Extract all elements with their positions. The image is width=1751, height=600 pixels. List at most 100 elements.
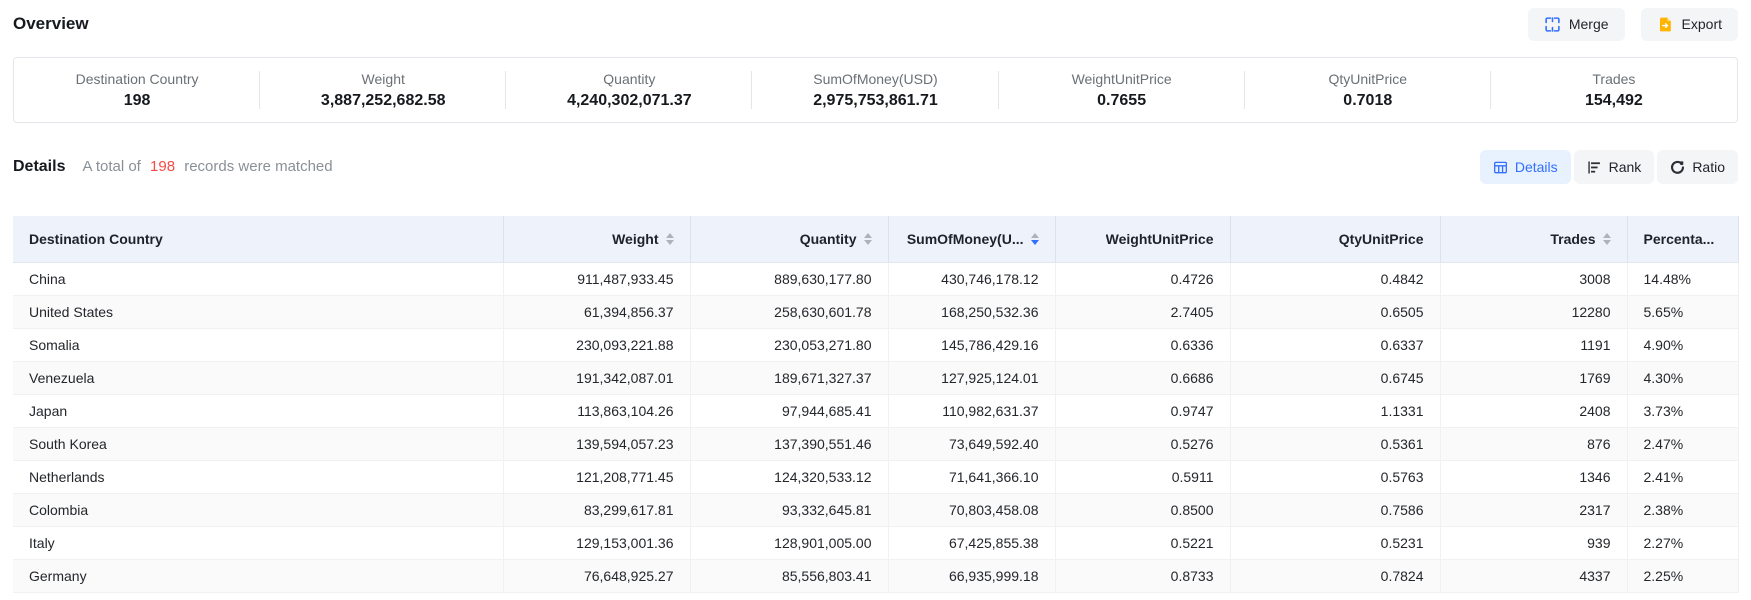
cell-sum_of_money: 66,935,999.18 [888,559,1055,592]
table-grid-icon [1493,160,1508,175]
cell-qty_unit_price: 0.6505 [1230,295,1440,328]
cell-quantity: 124,320,533.12 [690,460,888,493]
stat-value: 2,975,753,861.71 [813,92,938,110]
cell-trades: 1191 [1440,328,1627,361]
view-button-ratio[interactable]: Ratio [1657,150,1738,184]
details-table: Destination Country Weight QuantitySumOfMo… [13,216,1739,593]
cell-percentage: 2.38% [1627,493,1738,526]
summary-prefix: A total of [82,158,140,175]
column-header-qty_unit_price: QtyUnitPrice [1230,216,1440,262]
cell-country: Netherlands [13,460,503,493]
cell-trades: 4337 [1440,559,1627,592]
cell-quantity: 93,332,645.81 [690,493,888,526]
cell-percentage: 4.90% [1627,328,1738,361]
cell-sum_of_money: 127,925,124.01 [888,361,1055,394]
cell-weight: 76,648,925.27 [503,559,690,592]
view-button-rank[interactable]: Rank [1574,150,1655,184]
cell-weight_unit_price: 0.4726 [1055,262,1230,295]
cell-qty_unit_price: 0.4842 [1230,262,1440,295]
column-header-sum_of_money[interactable]: SumOfMoney(U... [888,216,1055,262]
column-header-trades[interactable]: Trades [1440,216,1627,262]
merge-button[interactable]: Merge [1528,8,1625,41]
cell-trades: 12280 [1440,295,1627,328]
cell-sum_of_money: 70,803,458.08 [888,493,1055,526]
view-button-label: Rank [1609,159,1642,175]
cell-qty_unit_price: 0.6745 [1230,361,1440,394]
stat-value: 0.7655 [1097,92,1146,110]
cell-sum_of_money: 430,746,178.12 [888,262,1055,295]
sort-icon [864,233,872,245]
stat-qtyunitprice: QtyUnitPrice0.7018 [1245,58,1491,122]
cell-trades: 876 [1440,427,1627,460]
cell-sum_of_money: 73,649,592.40 [888,427,1055,460]
cell-sum_of_money: 168,250,532.36 [888,295,1055,328]
sort-caret-down [666,240,674,245]
stat-label: WeightUnitPrice [1072,71,1172,87]
table-row: Venezuela191,342,087.01189,671,327.37127… [13,361,1738,394]
stat-label: QtyUnitPrice [1328,71,1407,87]
export-button[interactable]: Export [1641,8,1738,41]
cell-trades: 2408 [1440,394,1627,427]
table-row: United States61,394,856.37258,630,601.78… [13,295,1738,328]
details-title: Details [13,158,65,176]
sort-caret-down [1603,240,1611,245]
cell-qty_unit_price: 0.5231 [1230,526,1440,559]
stat-destination-country: Destination Country198 [14,58,260,122]
cell-trades: 3008 [1440,262,1627,295]
cell-trades: 1346 [1440,460,1627,493]
cell-weight_unit_price: 2.7405 [1055,295,1230,328]
stat-value: 4,240,302,071.37 [567,92,692,110]
view-button-label: Details [1515,159,1558,175]
cell-sum_of_money: 110,982,631.37 [888,394,1055,427]
cell-trades: 2317 [1440,493,1627,526]
cell-weight_unit_price: 0.6336 [1055,328,1230,361]
stat-value: 154,492 [1585,92,1643,110]
column-header-quantity[interactable]: Quantity [690,216,888,262]
table-row: Netherlands121,208,771.45124,320,533.127… [13,460,1738,493]
cell-weight: 83,299,617.81 [503,493,690,526]
cell-weight_unit_price: 0.8500 [1055,493,1230,526]
table-body: China911,487,933.45889,630,177.80430,746… [13,262,1738,592]
summary-suffix: records were matched [184,158,332,175]
cell-trades: 939 [1440,526,1627,559]
stat-label: Weight [362,71,405,87]
cell-percentage: 3.73% [1627,394,1738,427]
column-header-weight[interactable]: Weight [503,216,690,262]
table-row: South Korea139,594,057.23137,390,551.467… [13,427,1738,460]
cell-weight: 230,093,221.88 [503,328,690,361]
column-label: Percenta... [1644,231,1715,247]
cell-quantity: 128,901,005.00 [690,526,888,559]
rank-bars-icon [1587,160,1602,175]
cell-qty_unit_price: 0.5361 [1230,427,1440,460]
cell-weight_unit_price: 0.5221 [1055,526,1230,559]
cell-percentage: 4.30% [1627,361,1738,394]
cell-weight: 113,863,104.26 [503,394,690,427]
view-button-label: Ratio [1692,159,1725,175]
cell-qty_unit_price: 0.7586 [1230,493,1440,526]
cell-trades: 1769 [1440,361,1627,394]
column-label: QtyUnitPrice [1339,231,1424,247]
stat-weight: Weight3,887,252,682.58 [260,58,506,122]
sort-caret-up [864,233,872,238]
column-label: Weight [612,231,658,247]
stat-value: 198 [124,92,151,110]
column-label: Trades [1550,231,1595,247]
match-summary: A total of 198 records were matched [82,158,332,175]
cell-sum_of_money: 71,641,366.10 [888,460,1055,493]
sort-icon [666,233,674,245]
table-row: Italy129,153,001.36128,901,005.0067,425,… [13,526,1738,559]
view-button-details[interactable]: Details [1480,150,1571,184]
table-row: Somalia230,093,221.88230,053,271.80145,7… [13,328,1738,361]
merge-button-label: Merge [1569,16,1609,32]
cell-quantity: 85,556,803.41 [690,559,888,592]
column-label: WeightUnitPrice [1106,231,1214,247]
column-label: Destination Country [29,231,163,247]
page: Overview Merge Export [0,6,1751,593]
cell-percentage: 2.41% [1627,460,1738,493]
cell-quantity: 189,671,327.37 [690,361,888,394]
sort-caret-up [666,233,674,238]
stat-trades: Trades154,492 [1491,58,1737,122]
stat-sumofmoney-usd-: SumOfMoney(USD)2,975,753,861.71 [752,58,998,122]
cell-percentage: 14.48% [1627,262,1738,295]
details-heading: Details A total of 198 records were matc… [13,158,333,176]
